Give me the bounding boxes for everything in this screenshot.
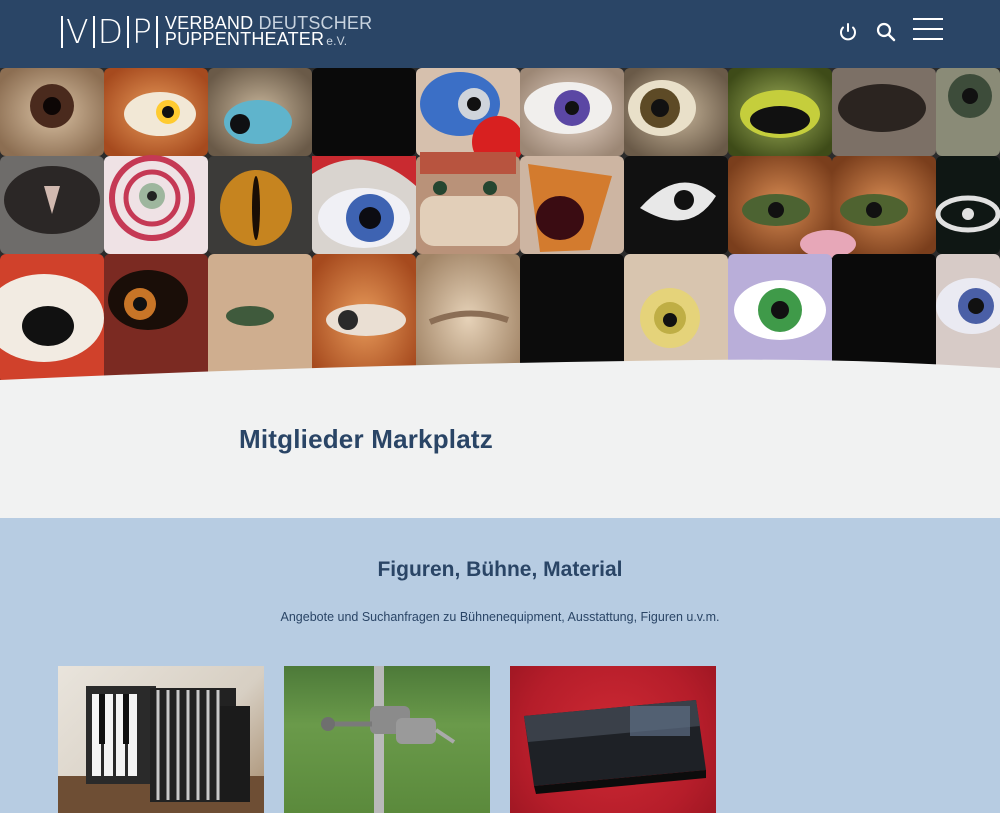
eyes-collage-image <box>0 68 1000 384</box>
accordion-image <box>58 686 264 813</box>
category-section: Figuren, Bühne, Material Angebote und Su… <box>0 518 1000 813</box>
hero-eyes-collage <box>0 68 1000 384</box>
boxed-product-image <box>524 700 706 794</box>
stand-clamp-image <box>321 666 456 813</box>
power-icon[interactable] <box>834 18 862 46</box>
accordion-card[interactable] <box>58 666 264 813</box>
title-section: Mitglieder Markplatz <box>0 384 1000 518</box>
stand-clamp-card[interactable] <box>284 666 490 813</box>
site-header: V D P VERBAND DEUTSCHER PUPPENTHEATER e.V… <box>0 0 1000 68</box>
site-logo[interactable]: V D P VERBAND DEUTSCHER PUPPENTHEATER e.V… <box>58 14 372 50</box>
search-icon[interactable] <box>872 18 900 46</box>
logo-text: VERBAND DEUTSCHER PUPPENTHEATER e.V. <box>164 13 373 49</box>
page-title: Mitglieder Markplatz <box>239 424 493 454</box>
category-title: Figuren, Bühne, Material <box>377 558 623 581</box>
category-subtitle: Angebote und Suchanfragen zu Bühnenequip… <box>280 610 720 624</box>
menu-icon[interactable] <box>913 18 943 44</box>
boxed-product-card[interactable] <box>510 666 716 813</box>
logo-mark: V D P <box>58 14 161 50</box>
